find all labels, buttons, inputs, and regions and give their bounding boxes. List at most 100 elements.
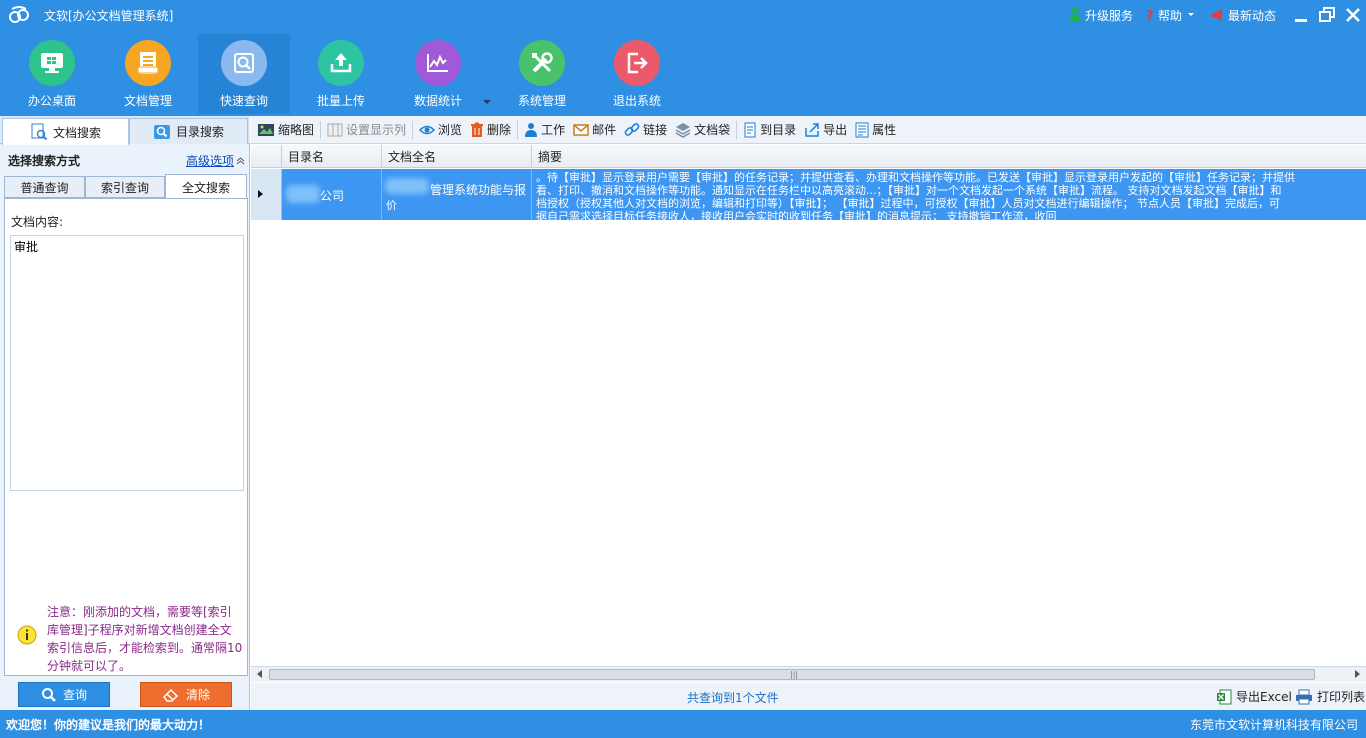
- toolbar-divider: [320, 120, 322, 139]
- search-panel: 文档搜索 目录搜索 选择搜索方式 高级选项 普通查询 索引查询 全文搜索 文档内…: [0, 116, 250, 710]
- properties-button[interactable]: 属性: [851, 119, 900, 141]
- export-excel-button[interactable]: 导出Excel: [1216, 688, 1292, 705]
- restore-button[interactable]: [1314, 2, 1340, 28]
- work-label: 工作: [541, 123, 566, 137]
- work-button[interactable]: 工作: [520, 119, 569, 141]
- mail-button[interactable]: 邮件: [569, 119, 620, 141]
- upgrade-service-link[interactable]: 升级服务: [1068, 7, 1133, 24]
- advanced-options-link[interactable]: 高级选项: [186, 152, 245, 169]
- delete-button[interactable]: 删除: [466, 119, 515, 141]
- minimize-icon: [1295, 19, 1307, 22]
- tab-directory-search[interactable]: 目录搜索: [129, 118, 248, 144]
- cell-fullname[interactable]: 管理系统功能与报 价: [382, 169, 532, 220]
- data-statistics-dropdown-icon[interactable]: [483, 100, 491, 104]
- scroll-left-icon[interactable]: [257, 670, 262, 678]
- latest-news-link[interactable]: 最新动态: [1211, 7, 1276, 24]
- index-notice-text: 注意：刚添加的文档，需要等[索引库管理]子程序对新增文档创建全文索引信息后，才能…: [47, 605, 243, 673]
- search-icon: [221, 40, 267, 86]
- properties-label: 属性: [872, 123, 897, 137]
- grip-icon: |||: [790, 670, 799, 679]
- document-management-label: 文档管理: [123, 94, 172, 108]
- column-summary-label: 摘要: [538, 150, 563, 164]
- column-header-summary[interactable]: 摘要: [532, 145, 1366, 168]
- grid-corner-cell: [251, 145, 282, 168]
- link-label: 链接: [643, 123, 668, 137]
- thumbnail-label: 缩略图: [278, 123, 315, 137]
- document-content-input[interactable]: 审批: [10, 235, 244, 491]
- search-panel-tabs: 文档搜索 目录搜索: [0, 116, 250, 145]
- toolbar-divider: [736, 120, 738, 139]
- tab-index-query[interactable]: 索引查询: [85, 176, 165, 198]
- browse-button[interactable]: 浏览: [415, 119, 466, 141]
- upgrade-service-label: 升级服务: [1084, 8, 1133, 23]
- grid-status-bar: 共查询到1个文件 导出Excel 打印列表: [251, 683, 1366, 710]
- cell-summary[interactable]: 。待【审批】显示登录用户需要【审批】的任务记录；并提供查看、办理和文档操作等功能…: [532, 169, 1366, 220]
- query-button-label: 查询: [62, 688, 87, 702]
- data-statistics-button[interactable]: 数据统计: [392, 34, 484, 114]
- megaphone-icon: [1211, 9, 1222, 21]
- data-statistics-label: 数据统计: [413, 94, 462, 108]
- delete-label: 删除: [487, 123, 512, 137]
- chart-icon: [415, 40, 461, 86]
- company-name: 东莞市文软计算机科技有限公司: [1189, 718, 1358, 732]
- scroll-right-icon[interactable]: [1355, 670, 1360, 678]
- thumbnail-icon: [258, 123, 274, 136]
- link-button[interactable]: 链接: [620, 119, 671, 141]
- quick-search-label: 快速查询: [219, 94, 268, 108]
- help-label: 帮助: [1157, 8, 1182, 23]
- quick-search-button[interactable]: 快速查询: [198, 34, 290, 114]
- table-row[interactable]: 公司 管理系统功能与报 价 。待【审批】显示登录用户需要【审批】的任务记录；并提…: [251, 169, 1366, 220]
- document-management-button[interactable]: 文档管理: [102, 34, 194, 114]
- system-management-button[interactable]: 系统管理: [496, 34, 588, 114]
- tab-fulltext-search[interactable]: 全文搜索: [165, 174, 247, 199]
- search-mode-title: 选择搜索方式: [8, 154, 81, 168]
- printer-icon: [1296, 689, 1312, 704]
- print-list-button[interactable]: 打印列表: [1295, 688, 1365, 705]
- tab-directory-search-label: 目录搜索: [175, 125, 224, 139]
- goto-folder-icon: [744, 122, 756, 137]
- query-button[interactable]: 查询: [18, 682, 110, 707]
- status-bar: 欢迎您！你的建议是我们的最大动力！ 东莞市文软计算机科技有限公司: [0, 710, 1366, 738]
- goto-directory-button[interactable]: 到目录: [739, 119, 800, 141]
- column-header-fullname[interactable]: 文档全名: [382, 145, 532, 168]
- exit-system-label: 退出系统: [612, 94, 661, 108]
- minimize-button[interactable]: [1288, 2, 1314, 28]
- exit-system-button[interactable]: 退出系统: [591, 34, 683, 114]
- app-title: 文软[办公文档管理系统]: [44, 9, 174, 23]
- summary-line: 档授权（授权其他人对文档的浏览，编辑和打印等）【审批】； 【审批】过程中，可授权…: [536, 197, 1280, 210]
- help-icon: ?: [1146, 9, 1154, 22]
- doc-search-icon: [31, 123, 48, 141]
- document-bag-button[interactable]: 文档袋: [671, 119, 734, 141]
- set-columns-button[interactable]: 设置显示列: [323, 119, 410, 141]
- grid-header: 目录名 文档全名 摘要: [251, 145, 1366, 168]
- export-button[interactable]: 导出: [800, 119, 851, 141]
- eraser-icon: [162, 688, 179, 702]
- excel-icon: [1217, 689, 1232, 704]
- help-link[interactable]: ? 帮助: [1145, 7, 1199, 24]
- row-selector[interactable]: [251, 169, 282, 220]
- export-excel-label: 导出Excel: [1236, 690, 1292, 704]
- thumbnail-button[interactable]: 缩略图: [253, 119, 318, 141]
- properties-icon: [855, 122, 869, 137]
- tab-document-search[interactable]: 文档搜索: [2, 118, 129, 145]
- title-bar: 文软[办公文档管理系统] 升级服务 ? 帮助 最新动态: [0, 0, 1366, 30]
- chevron-up-icon: [236, 157, 245, 165]
- close-button[interactable]: [1340, 2, 1366, 28]
- upload-icon: [318, 40, 364, 86]
- export-icon: [805, 122, 819, 137]
- toolbar-divider: [412, 120, 414, 139]
- column-header-directory[interactable]: 目录名: [282, 145, 382, 168]
- scrollbar-thumb[interactable]: |||: [269, 669, 1315, 680]
- user-upgrade-icon: [1068, 7, 1081, 22]
- batch-upload-button[interactable]: 批量上传: [295, 34, 387, 114]
- horizontal-scrollbar[interactable]: |||: [251, 666, 1366, 682]
- cell-fullname-text-2: 价: [386, 199, 397, 212]
- cell-directory[interactable]: 公司: [282, 169, 382, 220]
- office-desktop-button[interactable]: 办公桌面: [6, 34, 98, 114]
- person-icon: [525, 122, 538, 137]
- clear-button[interactable]: 清除: [140, 682, 232, 707]
- tab-normal-query[interactable]: 普通查询: [4, 176, 85, 198]
- mail-icon: [573, 123, 589, 136]
- tools-icon: [519, 40, 565, 86]
- search-mode-tabs: 普通查询 索引查询 全文搜索: [4, 174, 248, 199]
